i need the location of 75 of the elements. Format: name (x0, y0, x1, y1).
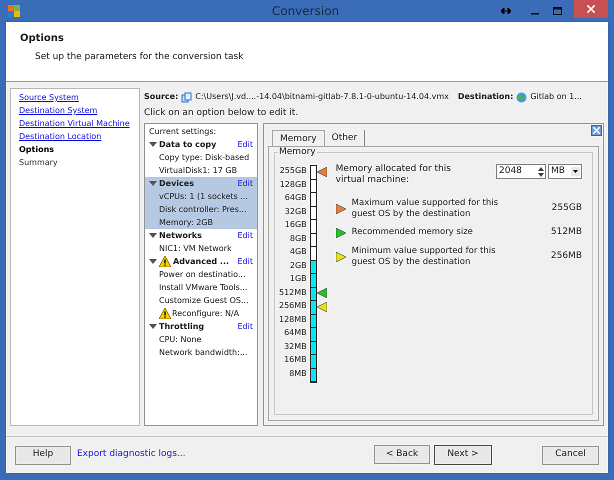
setting-value: CPU: None (159, 334, 202, 346)
page-subtitle: Set up the parameters for the conversion task (34, 51, 244, 64)
edit-link[interactable]: Edit (238, 138, 253, 151)
settings-group[interactable]: Networks Edit NIC1: VM Network (145, 229, 257, 255)
wizard-step[interactable]: Destination Location (19, 131, 102, 143)
legend-value: 512MB (550, 226, 582, 239)
scale-label: 1GB (290, 273, 308, 285)
unit-dropdown[interactable]: MB (548, 164, 582, 179)
group-name: Networks (159, 230, 202, 242)
hint-text: Click on an option below to edit it. (144, 107, 300, 120)
edit-link[interactable]: Edit (238, 177, 253, 190)
setting-value: Customize Guest OS... (159, 295, 249, 307)
group-name: Throttling (159, 321, 204, 333)
settings-group[interactable]: Devices Edit vCPUs: 1 (1 sockets ... Disk controller: Pres... Memory: 2GB (145, 177, 257, 229)
edit-link[interactable]: Edit (238, 229, 253, 242)
back-button[interactable]: < Back (374, 445, 430, 464)
cancel-button[interactable]: Cancel (542, 446, 599, 464)
wizard-step[interactable]: Destination Virtual Machine (19, 118, 130, 130)
setting-value: NIC1: VM Network (159, 243, 232, 255)
legend-text: Maximum value supported for this guest OS by the destination (352, 198, 500, 220)
setting-value: vCPUs: 1 (1 sockets ... (159, 191, 248, 203)
scale-label: 4GB (290, 246, 308, 258)
scale-label: 16MB (284, 354, 308, 366)
source-path: C:\Users\J.vd....-14.04\bitnami-gitlab-7.8.1-0-ubuntu-14.04.vmx (195, 91, 449, 103)
scale-label: 512MB (279, 286, 308, 298)
help-button[interactable]: Help (15, 446, 71, 464)
scale-label: 64GB (284, 192, 308, 204)
destination-label: Destination: (458, 91, 514, 103)
next-button[interactable]: Next > (434, 445, 492, 465)
destination-name: Gitlab on 1... (530, 91, 582, 103)
legend-value: 255GB (552, 202, 582, 216)
scale-label: 2GB (290, 260, 308, 272)
scale-label: 255GB (280, 165, 308, 177)
setting-value: Install VMware Tools... (159, 282, 248, 294)
wizard-step: Options (19, 144, 54, 156)
setting-value: Disk controller: Pres... (159, 204, 247, 216)
group-name: Data to copy (159, 139, 216, 151)
scale-label: 256MB (279, 300, 308, 312)
export-logs-link[interactable]: Export diagnostic logs... (77, 448, 186, 462)
memory-allocated-label: Memory allocated for this virtual machine: (336, 164, 452, 186)
settings-group[interactable]: Data to copy Edit Copy type: Disk-based VirtualDisk1: 17 GB (145, 138, 257, 177)
group-box-label: Memory (278, 147, 317, 158)
scale-label: 128MB (279, 314, 308, 326)
wizard-step: Summary (19, 157, 58, 169)
setting-value: Reconfigure: N/A (172, 308, 240, 320)
edit-link[interactable]: Edit (238, 255, 253, 268)
scale-label: 32GB (284, 206, 308, 218)
legend-text: Recommended memory size (352, 227, 474, 238)
window-title: Conversion (272, 3, 340, 20)
legend-value: 256MB (550, 250, 582, 263)
setting-value: VirtualDisk1: 17 GB (159, 165, 238, 177)
scale-label: 8GB (290, 232, 308, 244)
legend-text: Minimum value supported for this guest OS by the destination (352, 246, 497, 268)
source-label: Source: (144, 91, 178, 103)
setting-value: Network bandwidth:... (159, 347, 248, 359)
edit-link[interactable]: Edit (238, 320, 253, 333)
scale-label: 8MB (289, 368, 308, 380)
wizard-step[interactable]: Destination System (19, 105, 98, 117)
setting-value: Power on destinatio... (159, 269, 246, 281)
wizard-step[interactable]: Source System (19, 92, 79, 104)
settings-title: Current settings: (148, 126, 218, 138)
scale-label: 64MB (284, 327, 308, 339)
setting-value: Memory: 2GB (159, 217, 213, 229)
settings-group[interactable]: Throttling Edit CPU: None Network bandwidth:... (145, 320, 257, 359)
tab[interactable]: Memory (272, 130, 325, 146)
group-name: Devices (159, 178, 194, 190)
page-title: Options (20, 32, 65, 46)
setting-value: Copy type: Disk-based (159, 152, 250, 164)
memory-value-field[interactable]: 2048 (496, 164, 546, 179)
scale-label: 32MB (284, 340, 308, 352)
settings-group[interactable]: Advanced ... Edit Power on destinatio... Install VMware Tools... Customize Guest OS... Reconfigure: N/A (145, 255, 257, 320)
tab[interactable]: Other (324, 130, 366, 146)
scale-label: 128GB (280, 178, 308, 190)
group-name: Advanced ... (173, 256, 230, 268)
scale-label: 16GB (284, 219, 308, 231)
